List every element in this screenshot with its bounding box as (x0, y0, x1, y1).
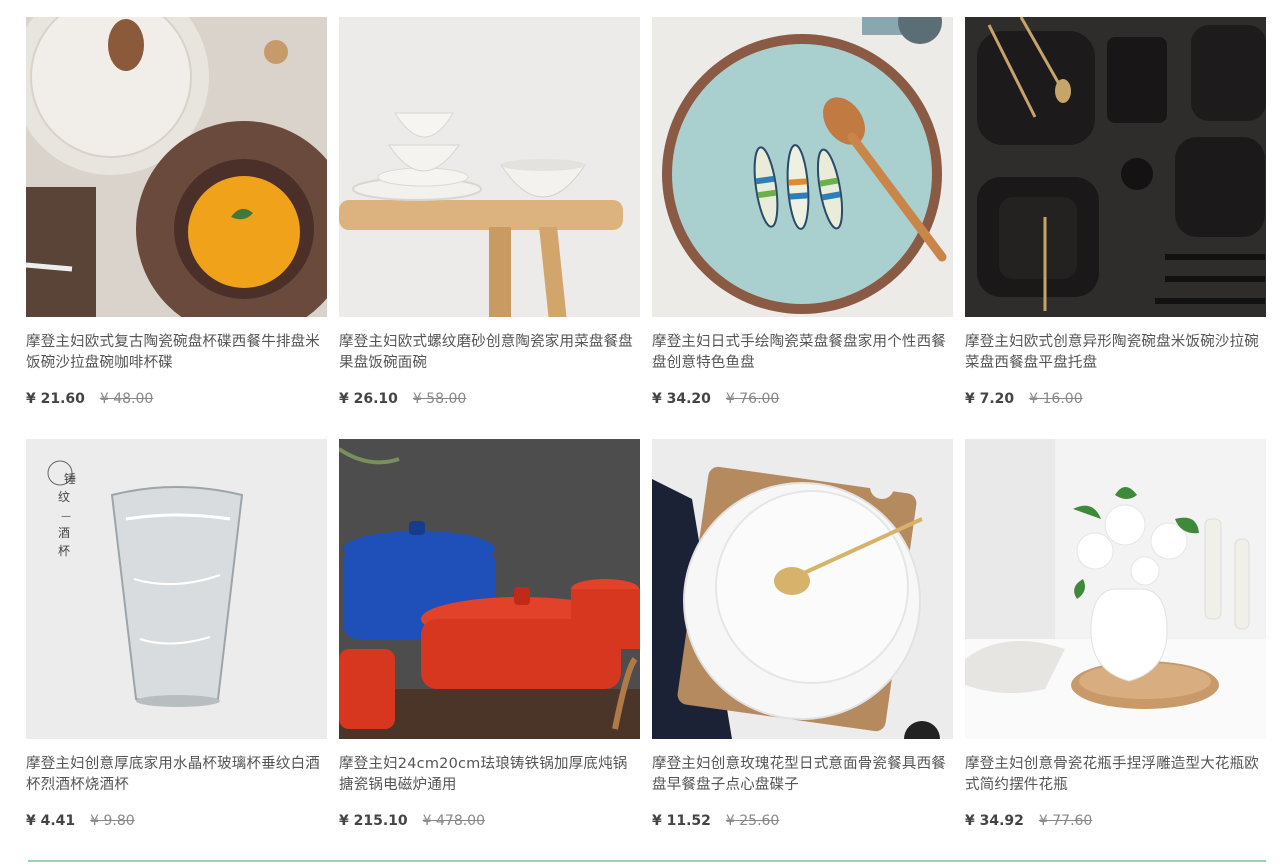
product-card[interactable]: 锤 纹 — 酒 杯 摩登主妇创意厚底家用水晶杯玻璃杯垂纹白酒杯烈酒杯烧酒杯 ¥ … (26, 439, 327, 861)
product-title[interactable]: 摩登主妇创意骨瓷花瓶手捏浮雕造型大花瓶欧式简约摆件花瓶 (965, 754, 1266, 796)
product-card[interactable]: 摩登主妇24cm20cm珐琅铸铁锅加厚底炖锅搪瓷锅电磁炉通用 ¥ 215.10 … (339, 439, 640, 861)
original-price: ¥ 478.00 (422, 813, 485, 829)
original-price: ¥ 58.00 (412, 391, 467, 407)
current-price: ¥ 34.92 (965, 813, 1024, 829)
flower-vase-image[interactable] (965, 439, 1266, 739)
product-title[interactable]: 摩登主妇创意玫瑰花型日式意面骨瓷餐具西餐盘早餐盘子点心盘碟子 (652, 754, 953, 796)
original-price: ¥ 25.60 (725, 813, 780, 829)
product-card[interactable]: 摩登主妇欧式复古陶瓷碗盘杯碟西餐牛排盘米饭碗沙拉盘碗咖啡杯碟 ¥ 21.60 ¥… (26, 17, 327, 439)
product-card[interactable]: 摩登主妇创意骨瓷花瓶手捏浮雕造型大花瓶欧式简约摆件花瓶 ¥ 34.92 ¥ 77… (965, 439, 1266, 861)
price-row: ¥ 4.41 ¥ 9.80 (26, 813, 327, 829)
original-price: ¥ 76.00 (725, 391, 780, 407)
product-title[interactable]: 摩登主妇欧式螺纹磨砂创意陶瓷家用菜盘餐盘果盘饭碗面碗 (339, 332, 640, 374)
price-row: ¥ 21.60 ¥ 48.00 (26, 391, 327, 407)
current-price: ¥ 26.10 (339, 391, 398, 407)
current-price: ¥ 34.20 (652, 391, 711, 407)
caption-char: 纹 (58, 490, 70, 504)
caption-char: 酒 (58, 526, 70, 540)
product-title[interactable]: 摩登主妇欧式复古陶瓷碗盘杯碟西餐牛排盘米饭碗沙拉盘碗咖啡杯碟 (26, 332, 327, 374)
caption-char: 锤 (64, 471, 76, 486)
price-row: ¥ 7.20 ¥ 16.00 (965, 391, 1266, 407)
product-card[interactable]: 摩登主妇创意玫瑰花型日式意面骨瓷餐具西餐盘早餐盘子点心盘碟子 ¥ 11.52 ¥… (652, 439, 953, 861)
product-grid: 摩登主妇欧式复古陶瓷碗盘杯碟西餐牛排盘米饭碗沙拉盘碗咖啡杯碟 ¥ 21.60 ¥… (26, 17, 1266, 861)
enamel-pots-image[interactable] (339, 439, 640, 739)
price-row: ¥ 215.10 ¥ 478.00 (339, 813, 640, 829)
original-price: ¥ 16.00 (1029, 391, 1083, 407)
current-price: ¥ 21.60 (26, 391, 85, 407)
product-title[interactable]: 摩登主妇欧式创意异形陶瓷碗盘米饭碗沙拉碗菜盘西餐盘平盘托盘 (965, 332, 1266, 374)
bowls-on-table-image[interactable] (339, 17, 640, 317)
original-price: ¥ 48.00 (99, 391, 154, 407)
product-card[interactable]: 摩登主妇日式手绘陶瓷菜盘餐盘家用个性西餐盘创意特色鱼盘 ¥ 34.20 ¥ 76… (652, 17, 953, 439)
caption-char: — (61, 511, 71, 522)
product-title[interactable]: 摩登主妇创意厚底家用水晶杯玻璃杯垂纹白酒杯烈酒杯烧酒杯 (26, 754, 327, 796)
product-title[interactable]: 摩登主妇日式手绘陶瓷菜盘餐盘家用个性西餐盘创意特色鱼盘 (652, 332, 953, 374)
current-price: ¥ 11.52 (652, 813, 711, 829)
price-row: ¥ 11.52 ¥ 25.60 (652, 813, 953, 829)
section-divider (28, 860, 1266, 862)
product-title[interactable]: 摩登主妇24cm20cm珐琅铸铁锅加厚底炖锅搪瓷锅电磁炉通用 (339, 754, 640, 796)
product-card[interactable]: 摩登主妇欧式创意异形陶瓷碗盘米饭碗沙拉碗菜盘西餐盘平盘托盘 ¥ 7.20 ¥ 1… (965, 17, 1266, 439)
current-price: ¥ 215.10 (339, 813, 408, 829)
price-row: ¥ 34.92 ¥ 77.60 (965, 813, 1266, 829)
price-row: ¥ 34.20 ¥ 76.00 (652, 391, 953, 407)
black-dinnerware-image[interactable] (965, 17, 1266, 317)
bowl-soup-image[interactable] (26, 17, 327, 317)
original-price: ¥ 9.80 (90, 813, 135, 829)
current-price: ¥ 7.20 (965, 391, 1015, 407)
glass-cup-image[interactable]: 锤 纹 — 酒 杯 (26, 439, 327, 739)
original-price: ¥ 77.60 (1038, 813, 1093, 829)
white-plates-image[interactable] (652, 439, 953, 739)
price-row: ¥ 26.10 ¥ 58.00 (339, 391, 640, 407)
caption-char: 杯 (58, 544, 70, 558)
fish-plate-image[interactable] (652, 17, 953, 317)
product-card[interactable]: 摩登主妇欧式螺纹磨砂创意陶瓷家用菜盘餐盘果盘饭碗面碗 ¥ 26.10 ¥ 58.… (339, 17, 640, 439)
current-price: ¥ 4.41 (26, 813, 76, 829)
